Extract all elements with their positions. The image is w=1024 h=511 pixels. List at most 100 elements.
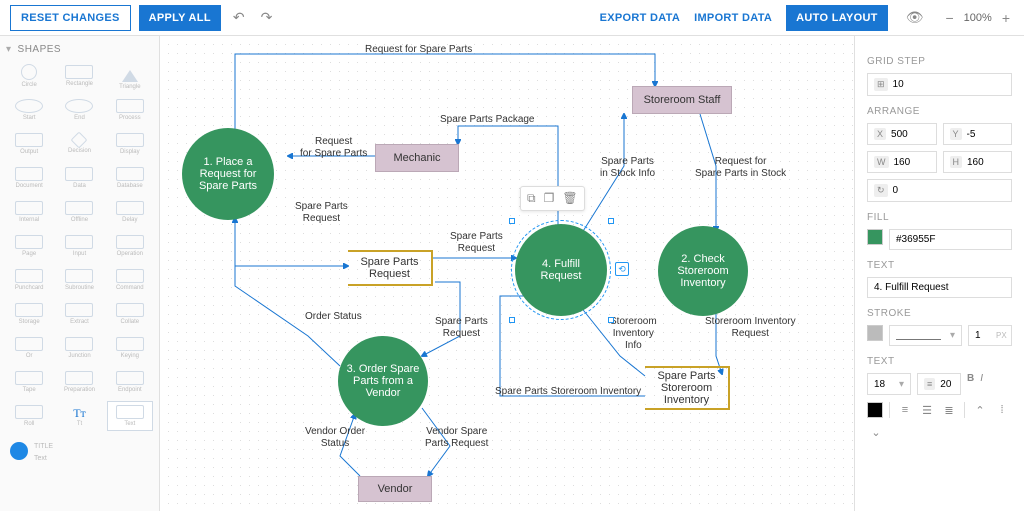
apply-all-button[interactable]: APPLY ALL [139,5,221,31]
edge-label: Vendor Spare Parts Request [425,426,488,450]
rotate-icon: ↻ [874,184,888,197]
delete-icon[interactable]: 🗑 [562,191,577,206]
align-right-icon[interactable]: ≣ [940,401,958,419]
shapes-panel: ▾SHAPES CircleRectangleTriangleStartEndP… [0,36,160,511]
y-input[interactable]: Y [943,123,1013,145]
text-color-swatch[interactable] [867,402,883,418]
shape-database[interactable]: Database [107,163,153,193]
shapes-title: SHAPES [18,44,62,55]
redo-icon[interactable]: ↷ [257,5,277,30]
shape-process[interactable]: Process [107,95,153,125]
node-mechanic[interactable]: Mechanic [375,144,459,172]
selected-shape-preview[interactable]: TITLE Text [6,435,153,467]
align-center-icon[interactable]: ☰ [918,401,936,419]
export-data-button[interactable]: EXPORT DATA [600,12,681,24]
edge-label: Order Status [305,311,362,323]
node-place-request[interactable]: 1. Place a Request for Spare Parts [182,128,274,220]
shape-circle[interactable]: Circle [6,61,52,91]
shape-tt[interactable]: TᴛTt [56,401,102,431]
shape-subroutine[interactable]: Subroutine [56,265,102,295]
fill-hex-input[interactable] [889,229,1012,250]
edge-label: Request for Spare Parts [300,136,367,160]
diagram-canvas[interactable]: Request for Spare Parts Spare Parts Pack… [160,36,854,511]
angle-input[interactable]: ↻ [867,179,1012,202]
node-check-inventory[interactable]: 2. Check Storeroom Inventory [658,226,748,316]
node-spare-parts-inventory[interactable]: Spare Parts Storeroom Inventory [645,366,730,410]
shape-preparation[interactable]: Preparation [56,367,102,397]
shape-triangle[interactable]: Triangle [107,61,153,91]
shape-display[interactable]: Display [107,129,153,159]
shape-collate[interactable]: Collate [107,299,153,329]
reset-changes-button[interactable]: RESET CHANGES [10,5,131,31]
shape-data[interactable]: Data [56,163,102,193]
edge-label: Spare Parts Storeroom Inventory [495,386,641,398]
x-input[interactable]: X [867,123,937,145]
shape-end[interactable]: End [56,95,102,125]
shape-command[interactable]: Command [107,265,153,295]
node-spare-parts-request[interactable]: Spare Parts Request [348,250,433,286]
shape-roll[interactable]: Roll [6,401,52,431]
zoom-level: 100% [964,12,992,24]
node-storeroom-staff[interactable]: Storeroom Staff [632,86,732,114]
stroke-swatch[interactable] [867,325,883,341]
preview-icon[interactable]: 👁 [902,5,928,30]
shape-decision[interactable]: Decision [56,129,102,159]
shape-punchcard[interactable]: Punchcard [6,265,52,295]
chevron-down-icon: ▾ [950,330,955,341]
chevron-down-icon[interactable]: ▾ [6,44,12,55]
shape-or[interactable]: Or [6,333,52,363]
shape-storage[interactable]: Storage [6,299,52,329]
grid-step-input[interactable]: ⊞ [867,73,1012,96]
selection-toolbar: ⧉ ❐ 🗑 [520,186,585,211]
font-size-input[interactable]: ▾ [867,373,911,395]
fill-swatch[interactable] [867,229,883,245]
shape-text[interactable]: Text [107,401,153,431]
w-input[interactable]: W [867,151,937,173]
italic-icon[interactable]: I [980,373,983,395]
label-text: TEXT [867,260,1012,271]
node-vendor[interactable]: Vendor [358,476,432,502]
align-left-icon[interactable]: ≡ [896,401,914,419]
stroke-width-input[interactable]: PX [968,325,1012,346]
auto-layout-button[interactable]: AUTO LAYOUT [786,5,888,31]
label-grid-step: GRID STEP [867,56,1012,67]
zoom-out-icon[interactable]: − [941,6,957,30]
shape-operation[interactable]: Operation [107,231,153,261]
text-input[interactable] [867,277,1012,298]
selected-shape-sub: Text [34,455,47,462]
h-input[interactable]: H [943,151,1013,173]
zoom-in-icon[interactable]: + [998,6,1014,30]
shape-offline[interactable]: Offline [56,197,102,227]
copy-icon[interactable]: ⧉ [527,191,536,206]
shape-junction[interactable]: Junction [56,333,102,363]
undo-icon[interactable]: ↶ [229,5,249,30]
valign-top-icon[interactable]: ⌃ [971,401,989,419]
line-height-input[interactable]: ≡ [917,373,961,395]
edge-label: Spare Parts Package [440,114,535,126]
shape-endpoint[interactable]: Endpoint [107,367,153,397]
shape-extract[interactable]: Extract [56,299,102,329]
edge-label: Spare Parts Request [295,201,348,225]
shape-input[interactable]: Input [56,231,102,261]
shape-rectangle[interactable]: Rectangle [56,61,102,91]
valign-bot-icon[interactable]: ⌄ [867,423,885,441]
properties-panel: GRID STEP ⊞ ARRANGE X Y W H ↻ FILL TEXT … [854,36,1024,511]
node-order-vendor[interactable]: 3. Order Spare Parts from a Vendor [338,336,428,426]
shape-document[interactable]: Document [6,163,52,193]
valign-mid-icon[interactable]: ⁞ [993,401,1011,419]
shape-page[interactable]: Page [6,231,52,261]
shape-internal[interactable]: Internal [6,197,52,227]
label-text2: TEXT [867,356,1012,367]
rotate-handle-icon[interactable]: ⟲ [615,262,629,276]
shape-output[interactable]: Output [6,129,52,159]
import-data-button[interactable]: IMPORT DATA [694,12,772,24]
shape-keying[interactable]: Keying [107,333,153,363]
bold-icon[interactable]: B [967,373,974,395]
shape-delay[interactable]: Delay [107,197,153,227]
duplicate-icon[interactable]: ❐ [544,191,555,206]
node-fulfill-request[interactable]: 4. Fulfill Request [515,224,607,316]
shape-start[interactable]: Start [6,95,52,125]
grid-icon: ⊞ [874,78,888,91]
stroke-style-select[interactable]: ▾ [889,325,962,346]
shape-tape[interactable]: Tape [6,367,52,397]
